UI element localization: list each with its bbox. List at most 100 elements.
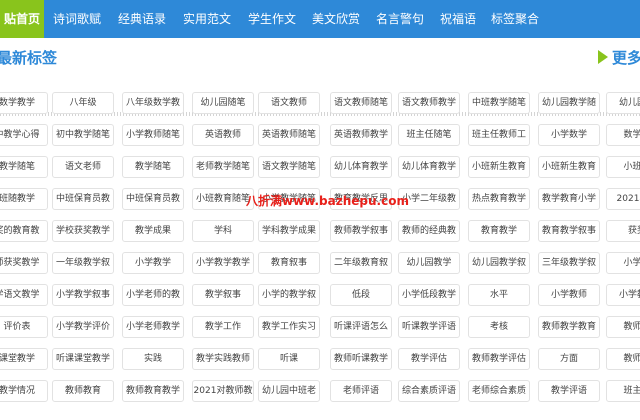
tag-link[interactable]: 教育教学叙事 (538, 220, 600, 242)
tag-link[interactable]: 教师教育 (52, 380, 114, 402)
tag-link[interactable]: 中班保育员教 (122, 188, 184, 210)
tag-link[interactable]: 语文教师 (258, 92, 320, 114)
tag-link[interactable]: 小学低段教学 (398, 284, 460, 306)
tag-link[interactable]: 考核 (468, 316, 530, 338)
tag-link[interactable]: 2021小学 (606, 188, 640, 210)
nav-item[interactable]: 诗词歌赋 (44, 0, 110, 38)
tag-link[interactable]: 综合素质评语 (398, 380, 460, 402)
tag-link[interactable]: 幼儿园中 (606, 92, 640, 114)
tag-link[interactable]: 小学老师教学 (122, 316, 184, 338)
tag-link[interactable]: 教学评语 (538, 380, 600, 402)
nav-item[interactable]: 美文欣赏 (304, 0, 368, 38)
tag-link[interactable]: 听课评语怎么 (330, 316, 392, 338)
tag-link[interactable]: 小学教学教学 (192, 252, 254, 274)
tag-link[interactable]: 幼儿园中班老 (258, 380, 320, 402)
tag-link[interactable]: 教学随笔 (0, 156, 48, 178)
tag-link[interactable]: 教师的经典教 (398, 220, 460, 242)
more-arrow-icon[interactable] (598, 50, 608, 64)
tag-link[interactable]: 教师听课教学 (330, 348, 392, 370)
tag-link[interactable]: 班主任随笔 (398, 124, 460, 146)
tag-link[interactable]: 教学工作实习 (258, 316, 320, 338)
tag-link[interactable]: 一年级教学叙 (52, 252, 114, 274)
tag-link[interactable]: 数学教学 (0, 92, 48, 114)
tag-link[interactable]: 老师综合素质 (468, 380, 530, 402)
tag-link[interactable]: 教师教 (606, 316, 640, 338)
tag-link[interactable]: 听课教学评语 (398, 316, 460, 338)
tag-link[interactable]: 听课课堂教学 (52, 348, 114, 370)
tag-link[interactable]: 小学数学 (538, 124, 600, 146)
tag-link[interactable]: 小学老师的教 (122, 284, 184, 306)
tag-link[interactable]: 小班随 (606, 156, 640, 178)
tag-link[interactable]: 小学教师随笔 (122, 124, 184, 146)
more-link[interactable]: 更多 (612, 47, 640, 68)
nav-item[interactable]: 学生作文 (240, 0, 304, 38)
tag-link[interactable]: 低段 (330, 284, 392, 306)
tag-link[interactable]: 英语教师教学 (330, 124, 392, 146)
tag-link[interactable]: 八年级 (52, 92, 114, 114)
tag-link[interactable]: 小学语 (606, 252, 640, 274)
tag-link[interactable]: 师获奖教学 (0, 252, 48, 274)
tag-link[interactable]: 水平 (468, 284, 530, 306)
tag-link[interactable]: 小学的教学叙 (258, 284, 320, 306)
tag-link[interactable]: 教学评估 (398, 348, 460, 370)
tag-link[interactable]: 教学随笔 (122, 156, 184, 178)
tag-link[interactable]: 课堂教学 (0, 348, 48, 370)
nav-item[interactable]: 经典语录 (110, 0, 174, 38)
tag-link[interactable]: 班主任 (606, 380, 640, 402)
tag-link[interactable]: 听课 (258, 348, 320, 370)
tag-link[interactable]: 小学教师 (606, 284, 640, 306)
tag-link[interactable]: 幼儿园教学叙 (468, 252, 530, 274)
tag-link[interactable]: 语文教学随笔 (258, 156, 320, 178)
tag-link[interactable]: 教学实践教师 (192, 348, 254, 370)
tag-link[interactable]: 评价表 (0, 316, 48, 338)
tag-link[interactable]: 三年级教学叙 (538, 252, 600, 274)
tag-link[interactable]: 学科教学成果 (258, 220, 320, 242)
tag-link[interactable]: 小班教育随笔 (192, 188, 254, 210)
tag-link[interactable]: 教学情况 (0, 380, 48, 402)
tag-link[interactable]: 教师教 (606, 348, 640, 370)
tag-link[interactable]: 教学叙事 (192, 284, 254, 306)
nav-item[interactable]: 名言警句 (368, 0, 432, 38)
tag-link[interactable]: 小学教学 (122, 252, 184, 274)
tag-link[interactable]: 二年级教育叙 (330, 252, 392, 274)
tag-link[interactable]: 幼儿园教学随 (538, 92, 600, 114)
tag-link[interactable]: 语文教师随笔 (330, 92, 392, 114)
tag-link[interactable]: 2021对教师教 (192, 380, 254, 402)
tag-link[interactable]: 幼儿体育教学 (398, 156, 460, 178)
tag-link[interactable]: 八年级数学教 (122, 92, 184, 114)
tag-link[interactable]: 教师教学教育 (538, 316, 600, 338)
tag-link[interactable]: 获奖 (606, 220, 640, 242)
tag-link[interactable]: 奖的教育教 (0, 220, 48, 242)
tag-link[interactable]: 幼儿园教学 (398, 252, 460, 274)
tag-link[interactable]: 教育教学 (468, 220, 530, 242)
nav-item[interactable]: 标签聚合 (484, 0, 546, 38)
tag-link[interactable]: 小学教学评价 (52, 316, 114, 338)
tag-link[interactable]: 学校获奖教学 (52, 220, 114, 242)
tag-link[interactable]: 小班新生教育 (538, 156, 600, 178)
tag-link[interactable]: 幼儿园随笔 (192, 92, 254, 114)
tag-link[interactable]: 方面 (538, 348, 600, 370)
tag-link[interactable]: 教师教学评估 (468, 348, 530, 370)
tag-link[interactable]: 班随教学 (0, 188, 48, 210)
tag-link[interactable]: 语文教师教学 (398, 92, 460, 114)
tag-link[interactable]: 小学教师 (538, 284, 600, 306)
tag-link[interactable]: 小班新生教育 (468, 156, 530, 178)
tag-link[interactable]: 幼儿体育教学 (330, 156, 392, 178)
tag-link[interactable]: 数学教 (606, 124, 640, 146)
tag-link[interactable]: 教学教育小学 (538, 188, 600, 210)
tag-link[interactable]: 教学工作 (192, 316, 254, 338)
tag-link[interactable]: 老师评语 (330, 380, 392, 402)
tag-link[interactable]: 教学成果 (122, 220, 184, 242)
tag-link[interactable]: 老师教学随笔 (192, 156, 254, 178)
tag-link[interactable]: 中班保育员教 (52, 188, 114, 210)
nav-item[interactable]: 实用范文 (174, 0, 240, 38)
tag-link[interactable]: 小学教学叙事 (52, 284, 114, 306)
tag-link[interactable]: 语文老师 (52, 156, 114, 178)
tag-link[interactable]: 教育叙事 (258, 252, 320, 274)
nav-item[interactable]: 祝福语 (432, 0, 484, 38)
tag-link[interactable]: 教师教育教学 (122, 380, 184, 402)
tag-link[interactable]: 教师教学叙事 (330, 220, 392, 242)
tag-link[interactable]: 中教学心得 (0, 124, 48, 146)
tag-link[interactable]: 英语教师 (192, 124, 254, 146)
tag-link[interactable]: 初中教学随笔 (52, 124, 114, 146)
